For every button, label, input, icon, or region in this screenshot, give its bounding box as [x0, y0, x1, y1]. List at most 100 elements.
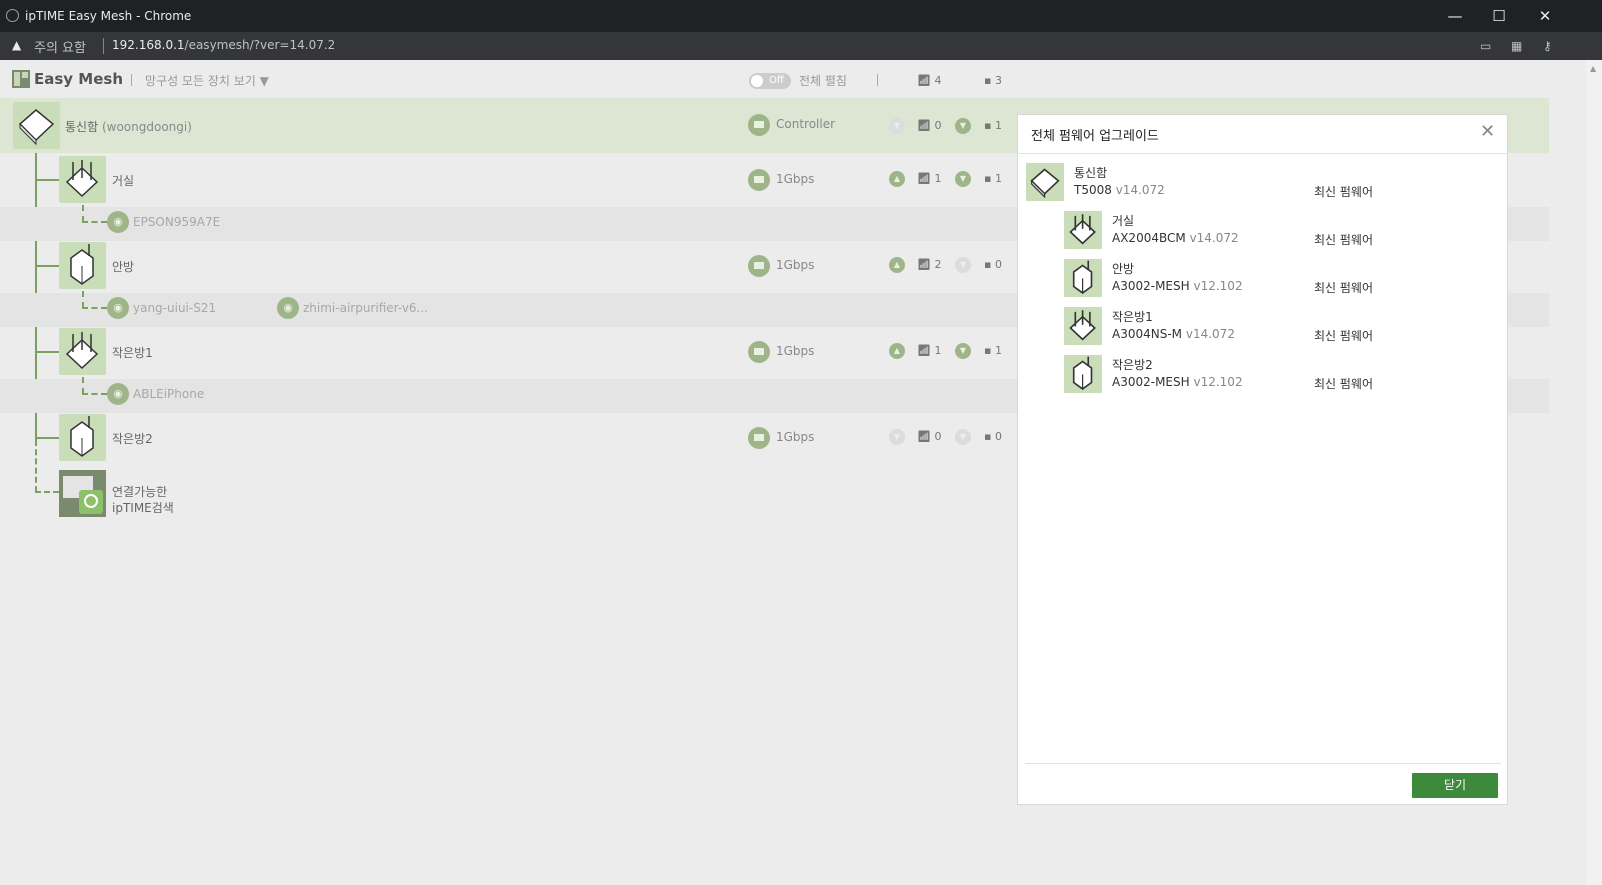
chevron-down-icon: ▼	[889, 118, 905, 134]
tree-branch-dashed	[35, 491, 59, 493]
wifi-value: 1	[934, 172, 942, 185]
view-select-dropdown[interactable]: 망구성 모든 장치 보기 ▼	[145, 72, 269, 89]
security-warning[interactable]: 주의 요함	[34, 37, 86, 56]
version: v12.102	[1193, 375, 1243, 389]
search-iptime-button[interactable]	[59, 470, 106, 517]
fw-device-model: A3002-MESH v12.102	[1112, 375, 1243, 389]
close-button[interactable]: 닫기	[1412, 773, 1498, 798]
lan-value: 1	[994, 344, 1002, 357]
node-wifi-count: 📶︎ 2	[917, 258, 941, 271]
client-dashed-line	[82, 393, 107, 395]
expand-all-toggle[interactable]: Off	[749, 73, 791, 89]
node-lan-count: ▪ 0	[984, 430, 1002, 443]
search-iptime-label[interactable]: 연결가능한 ipTIME검색	[112, 484, 174, 516]
root-name: 통신함	[65, 120, 99, 134]
key-icon[interactable]: ⚷	[1543, 39, 1557, 53]
chevron-down-icon[interactable]: ▼	[955, 343, 971, 359]
lan-icon: ▪	[984, 74, 992, 87]
wifi-icon: 📶︎	[917, 344, 931, 357]
version: v14.072	[1189, 231, 1239, 245]
wifi-value: 2	[934, 258, 942, 271]
tree-branch-line	[35, 179, 59, 181]
chevron-up-icon[interactable]: ▲	[889, 343, 905, 359]
fw-status: 최신 펌웨어	[1314, 377, 1374, 391]
fw-status: 최신 펌웨어	[1314, 281, 1374, 295]
mesh-ap-icon	[1064, 211, 1102, 249]
wifi-client-icon: ◉	[107, 297, 129, 319]
chevron-down-icon[interactable]: ▼	[955, 171, 971, 187]
close-icon[interactable]: ✕	[1480, 121, 1495, 142]
client-name[interactable]: zhimi-airpurifier-v6...	[303, 301, 428, 315]
wifi-icon: 📶︎	[917, 258, 931, 271]
page-scrollbar[interactable]: ▲ ▼	[1586, 60, 1602, 885]
version: v14.072	[1185, 327, 1235, 341]
node-wifi-count: 📶︎ 1	[917, 344, 941, 357]
node-name[interactable]: 작은방2	[112, 430, 153, 447]
mesh-ap-icon[interactable]	[59, 328, 106, 375]
link-speed: 1Gbps	[776, 344, 815, 358]
link-speed: 1Gbps	[776, 430, 815, 444]
node-name[interactable]: 거실	[112, 172, 134, 189]
tree-trunk-dashed	[35, 440, 37, 492]
lan-count: 3	[994, 74, 1002, 87]
fw-status: 최신 펌웨어	[1314, 233, 1374, 247]
client-dashed-line	[82, 205, 84, 222]
lan-value: 1	[994, 119, 1002, 132]
client-dashed-line	[82, 377, 84, 394]
address-bar[interactable]: ▲ 주의 요함 192.168.0.1/easymesh/?ver=14.07.…	[0, 32, 1602, 60]
fw-device-model: A3002-MESH v12.102	[1112, 279, 1243, 293]
toggle-knob	[751, 75, 763, 87]
client-dashed-line	[82, 221, 107, 223]
firmware-upgrade-dialog: 전체 펌웨어 업그레이드 ✕ 통신함 T5008 v14.072 최신 펌웨어 …	[1017, 114, 1508, 805]
expand-all-label: 전체 펼침	[799, 74, 847, 88]
scroll-up-icon[interactable]: ▲	[1590, 64, 1596, 73]
chevron-down-icon[interactable]: ▼	[955, 118, 971, 134]
lan-icon: ▪	[984, 430, 992, 443]
fw-device-name: 거실	[1112, 214, 1135, 228]
url-text[interactable]: 192.168.0.1/easymesh/?ver=14.07.2	[112, 38, 335, 52]
node-lan-count: ▪ 1	[984, 172, 1002, 185]
close-window-button[interactable]: ✕	[1530, 4, 1560, 28]
globe-icon	[6, 9, 19, 22]
root-lan-count: ▪ 1	[984, 119, 1002, 132]
node-lan-count: ▪ 0	[984, 258, 1002, 271]
chevron-up-icon[interactable]: ▲	[889, 171, 905, 187]
qr-code-icon[interactable]: ▦	[1511, 39, 1525, 53]
node-name[interactable]: 작은방1	[112, 344, 153, 361]
client-name[interactable]: EPSON959A7E	[133, 215, 220, 229]
search-label-line1: 연결가능한	[112, 485, 168, 499]
cast-icon[interactable]: ▭	[1480, 39, 1494, 53]
root-wifi-count: 📶︎ 0	[917, 119, 941, 132]
fw-device-name: 작은방1	[1112, 310, 1153, 324]
router-icon	[1026, 163, 1064, 201]
warning-triangle-icon[interactable]: ▲	[12, 38, 21, 52]
root-role: Controller	[776, 117, 836, 131]
minimize-button[interactable]: —	[1440, 4, 1470, 28]
browser-titlebar: ipTIME Easy Mesh - Chrome — ☐ ✕	[0, 0, 1602, 32]
fw-device-name: 작은방2	[1112, 358, 1153, 372]
wifi-client-icon: ◉	[107, 383, 129, 405]
mesh-ap-icon[interactable]	[59, 414, 106, 461]
client-dashed-line	[82, 307, 107, 309]
dialog-title: 전체 펌웨어 업그레이드	[1031, 129, 1159, 144]
fw-device-name: 안방	[1112, 262, 1135, 276]
chevron-up-icon[interactable]: ▲	[889, 257, 905, 273]
node-lan-count: ▪ 1	[984, 344, 1002, 357]
fw-device-name: 통신함	[1074, 166, 1108, 180]
app-title: Easy Mesh	[34, 70, 124, 88]
client-name[interactable]: yang-uiui-S21	[133, 301, 216, 315]
total-lan-count: ▪ 3	[984, 74, 1002, 87]
node-name[interactable]: 안방	[112, 258, 134, 275]
client-name[interactable]: ABLEiPhone	[133, 387, 204, 401]
maximize-button[interactable]: ☐	[1484, 4, 1514, 28]
header-divider	[131, 74, 132, 86]
chevron-up-icon: ▼	[889, 429, 905, 445]
root-device-name[interactable]: 통신함 (woongdoongi)	[65, 118, 192, 135]
total-wifi-count: 📶︎ 4	[917, 74, 941, 87]
controller-icon	[748, 114, 770, 136]
lan-value: 0	[994, 258, 1002, 271]
dialog-divider	[1018, 153, 1507, 154]
lan-value: 1	[994, 172, 1002, 185]
mesh-ap-icon[interactable]	[59, 156, 106, 203]
mesh-ap-icon[interactable]	[59, 242, 106, 289]
